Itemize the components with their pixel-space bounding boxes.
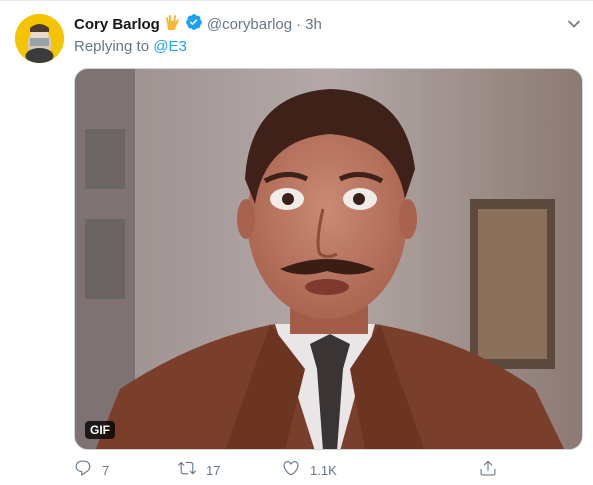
timestamp[interactable]: 3h: [305, 15, 322, 35]
replying-to: Replying to @E3: [74, 37, 187, 57]
share-icon: [479, 459, 497, 483]
avatar[interactable]: [15, 14, 64, 63]
verified-badge-icon: [185, 13, 203, 37]
like-count: 1.1K: [310, 463, 337, 478]
chevron-down-icon[interactable]: [567, 17, 581, 31]
share-button[interactable]: [479, 459, 497, 483]
retweet-icon: [178, 459, 196, 483]
gif-badge: GIF: [85, 421, 115, 439]
vulcan-salute-icon: [164, 14, 181, 37]
gif-image: [75, 69, 582, 449]
avatar-image: [15, 14, 64, 63]
like-button[interactable]: 1.1K: [282, 459, 337, 483]
display-name[interactable]: Cory Barlog: [74, 15, 160, 35]
tweet[interactable]: Cory Barlog @corybarlog · 3h Replying to…: [0, 0, 593, 485]
reply-button[interactable]: 7: [74, 459, 109, 483]
reply-count: 7: [102, 463, 110, 478]
separator-dot: ·: [296, 16, 302, 33]
retweet-count: 17: [206, 463, 221, 478]
reply-icon: [74, 459, 92, 483]
tweet-actions: 7 17 1.1K: [74, 459, 504, 483]
user-handle[interactable]: @corybarlog: [207, 15, 292, 35]
like-icon: [282, 459, 300, 483]
gif-media[interactable]: GIF: [74, 68, 583, 450]
retweet-button[interactable]: 17: [178, 459, 220, 483]
replying-mention-link[interactable]: @E3: [153, 38, 187, 55]
tweet-header: Cory Barlog @corybarlog · 3h: [74, 13, 322, 37]
replying-prefix: Replying to: [74, 38, 150, 55]
